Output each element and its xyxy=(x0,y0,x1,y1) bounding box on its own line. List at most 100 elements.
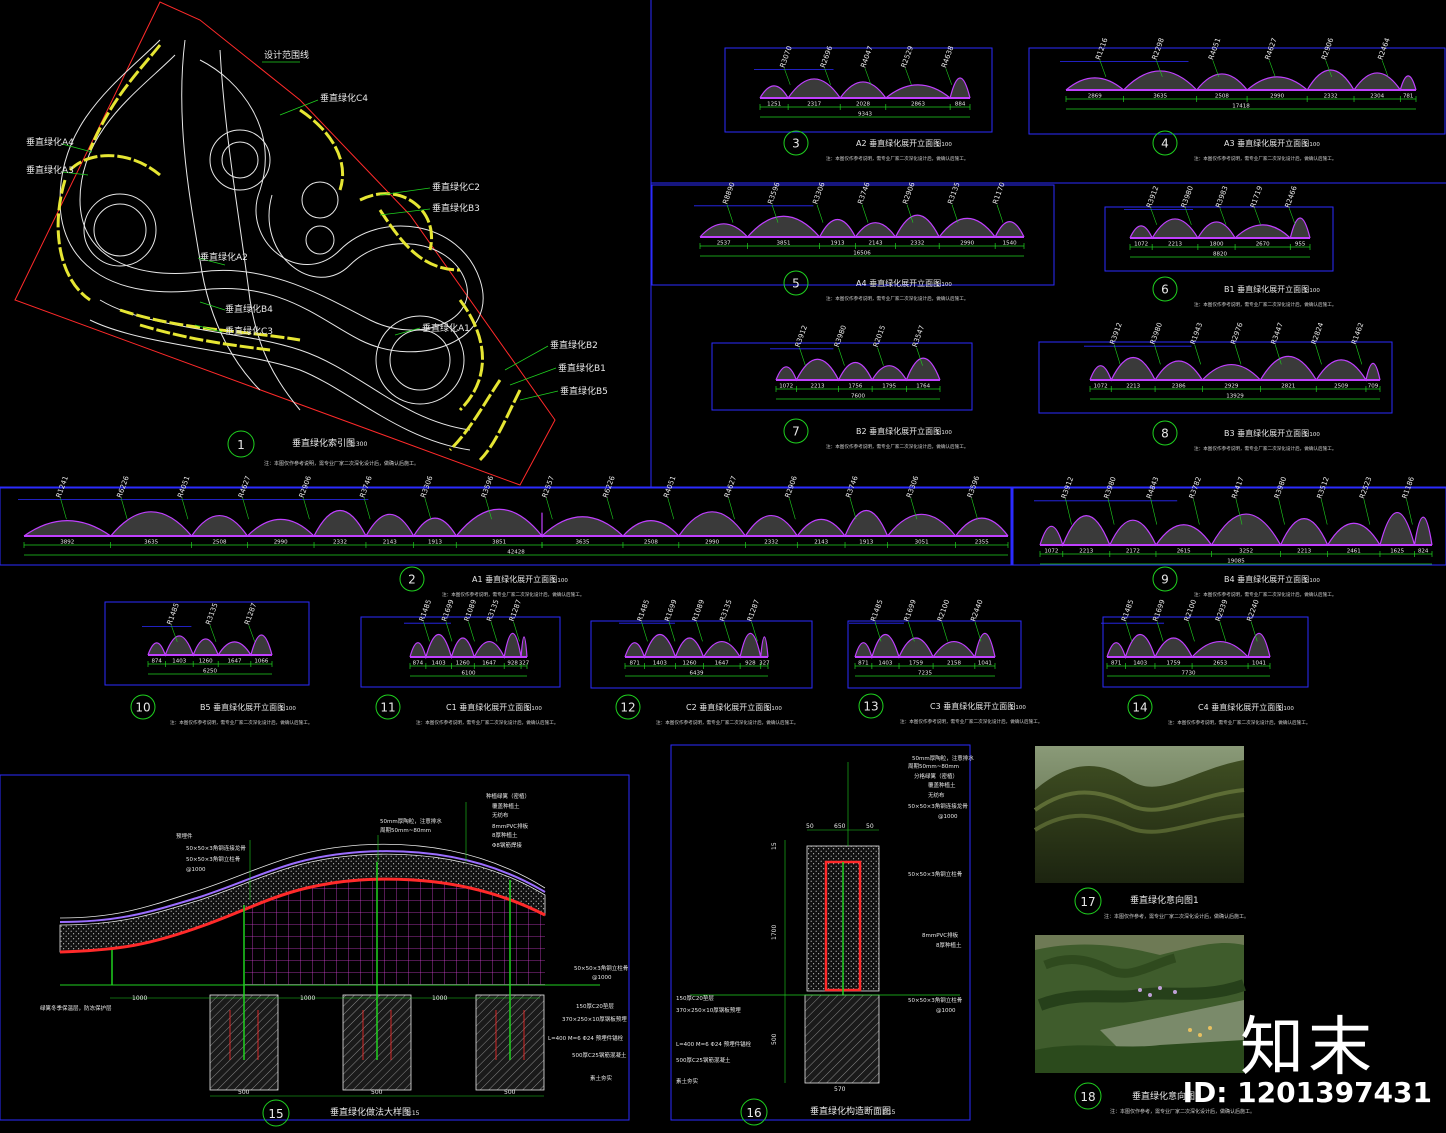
elevation-2: 3892 3635 2508 2990 2332 2143 1913 3851 3635 2508… xyxy=(0,474,1012,598)
hedge-fill xyxy=(1040,512,1432,545)
callout: 覆盖种植土 xyxy=(928,781,956,789)
callout: 50×50×3角钢立柱骨 xyxy=(908,996,963,1004)
dimension-value: 2213 xyxy=(1168,242,1182,248)
callout: @1000 xyxy=(186,867,206,873)
elevation-8: 1072 2213 2386 2929 2821 2509 70913929R3912 R39… xyxy=(1038,321,1393,452)
detail-16-scale: 1:15 xyxy=(882,1109,896,1116)
elevation-note: 注：本图仅作参考说明，需专业厂家二次深化设计后，做确认后施工。 xyxy=(1194,301,1336,308)
dimension-value: 2213 xyxy=(811,384,825,390)
dimension-value: 3635 xyxy=(1153,94,1167,100)
radius-leader xyxy=(816,204,824,223)
total-dimension: 7235 xyxy=(918,671,932,677)
dim: 500 xyxy=(504,1089,516,1096)
elevation-6: 1072 2213 1800 2670 955 8820 R3912 R3980 R3983 R1… xyxy=(1104,184,1336,308)
label-a2: 垂直绿化A2 xyxy=(200,251,248,263)
callout: 150厚C20垫层 xyxy=(676,994,714,1002)
radius-label: R2529 xyxy=(900,45,915,69)
dimension-value: 709 xyxy=(1368,384,1379,390)
dimension-value: 2213 xyxy=(1079,549,1093,555)
elevation-11: 874 1403 1260 1647 928 327 6100 R1485 R1699 R1089… xyxy=(360,599,561,726)
elevation-scale: 1:100 xyxy=(1278,706,1294,712)
dimension-value: 871 xyxy=(1111,661,1122,667)
dimension-value: 2670 xyxy=(1256,242,1270,248)
radius-leader xyxy=(209,625,217,642)
dimension-value: 1540 xyxy=(1003,241,1017,247)
dimension-value: 1403 xyxy=(1133,661,1147,667)
radius-label: R2298 xyxy=(1151,37,1166,61)
photo-17-title: 垂直绿化意向图1 xyxy=(1130,894,1199,906)
radius-label: R4051 xyxy=(1207,37,1222,61)
elevation-title: B1 垂直绿化展开立面图 xyxy=(1224,284,1309,294)
elevation-scale: 1:100 xyxy=(1304,288,1320,294)
callout: 500厚C25钢筋混凝土 xyxy=(676,1056,731,1064)
dimension-value: 2028 xyxy=(856,102,870,108)
dimension-value: 2172 xyxy=(1126,549,1140,555)
dimension-value: 327 xyxy=(519,661,530,667)
elevation-scale: 1:100 xyxy=(936,142,952,148)
radius-leader xyxy=(1268,60,1276,77)
elevation-note: 注：本图仅作参考说明，需专业厂家二次深化设计后，做确认后施工。 xyxy=(826,295,968,302)
radius-leader xyxy=(728,498,735,520)
dimension-value: 928 xyxy=(507,661,518,667)
index-plan: 设计范围线 垂直绿化C4 垂直绿化A4 垂直绿化A3 垂直绿化C2 垂直绿化B3… xyxy=(14,1,608,486)
site-boundary xyxy=(14,1,556,486)
drawing-number: 11 xyxy=(380,701,395,715)
callout: 8mmPVC排板 xyxy=(922,931,959,939)
radius-label: R2440 xyxy=(969,599,984,623)
detail-15-scale: 1:15 xyxy=(406,1110,420,1117)
radius-label: R4638 xyxy=(940,45,955,69)
dimension-value: 1759 xyxy=(909,661,923,667)
radius-label: R3547 xyxy=(911,324,926,348)
drawing-number: 13 xyxy=(863,700,878,714)
elevation-scale: 1:100 xyxy=(526,706,542,712)
radius-leader xyxy=(1278,499,1285,525)
plan-leaders xyxy=(61,61,559,401)
radius-label: R3135 xyxy=(204,602,219,626)
dimension-value: 2213 xyxy=(1126,384,1140,390)
dim: 50 xyxy=(866,823,874,830)
dimension-value: 3051 xyxy=(915,540,929,546)
dimension-value: 327 xyxy=(759,661,770,667)
radius-leader xyxy=(1234,344,1242,365)
dimension-value: 2508 xyxy=(1215,94,1229,100)
elevation-4: 2869 3635 2508 2990 2332 2304 781 17418 R1216 R22… xyxy=(1028,36,1446,162)
hedge-fill xyxy=(1066,70,1416,90)
radius-label: R2100 xyxy=(936,599,951,623)
drawing-number: 17 xyxy=(1080,895,1095,909)
dimension-value: 1647 xyxy=(715,661,729,667)
callout: 50×50×3角钢连接龙骨 xyxy=(186,844,246,852)
radius-leader xyxy=(1315,344,1322,365)
callout: 150厚C20垫层 xyxy=(576,1002,614,1010)
dimension-value: 2537 xyxy=(717,241,731,247)
callout: 50×50×3角钢立柱骨 xyxy=(186,855,241,863)
radius-leader xyxy=(1288,208,1296,225)
callout: 370×250×10厚钢板预埋 xyxy=(562,1015,627,1023)
total-dimension: 13929 xyxy=(1226,394,1244,400)
dimension-value: 2143 xyxy=(814,540,828,546)
elevation-note: 注：本图仅作参考说明，需专业厂家二次深化设计后，做确认后施工。 xyxy=(900,718,1042,725)
total-dimension: 9343 xyxy=(858,112,872,118)
elevation-title: A3 垂直绿化展开立面图 xyxy=(1224,138,1309,148)
dimension-value: 2615 xyxy=(1177,549,1191,555)
radius-leader xyxy=(1150,499,1158,525)
radius-leader xyxy=(861,204,869,223)
radius-leader xyxy=(423,621,430,642)
total-dimension: 17418 xyxy=(1232,104,1250,110)
radius-leader xyxy=(1150,208,1158,225)
total-dimension: 7600 xyxy=(851,394,865,400)
dimension-value: 1625 xyxy=(1390,549,1404,555)
dimension-value: 2990 xyxy=(274,540,288,546)
dim: 1000 xyxy=(132,995,147,1002)
callout: 素土夯实 xyxy=(676,1077,699,1085)
photo-18-note: 注：本图仅作参考，需专业厂家二次深化设计后，做确认后施工。 xyxy=(1110,1108,1255,1115)
dimension-value: 1795 xyxy=(882,384,896,390)
callout: 无纺布 xyxy=(928,791,945,799)
radius-leader xyxy=(877,347,884,366)
hedge-fill xyxy=(1107,633,1270,657)
dimension-value: 2304 xyxy=(1370,94,1384,100)
radius-leader xyxy=(799,347,806,366)
callout: 无纺布 xyxy=(492,811,509,819)
dimension-value: 2332 xyxy=(764,540,778,546)
radius-label: R1699 xyxy=(1152,599,1167,623)
photo-17-note: 注：本图仅作参考，需专业厂家二次深化设计后，做确认后施工。 xyxy=(1104,913,1249,920)
